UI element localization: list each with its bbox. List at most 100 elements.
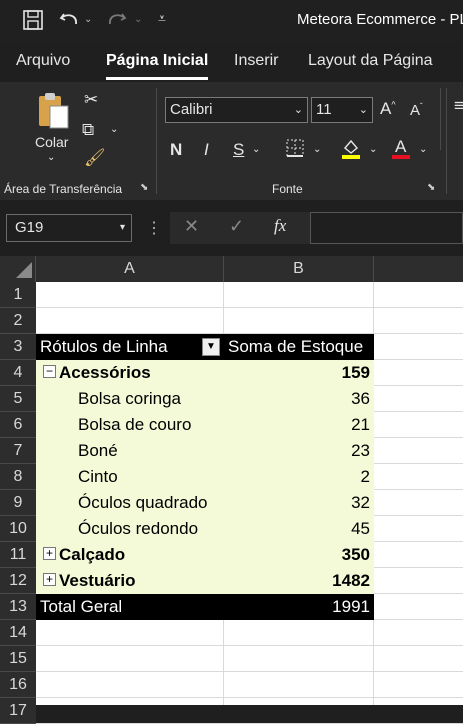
customize-toolbar-icon[interactable]: ⩡: [158, 10, 166, 27]
paste-dropdown-icon[interactable]: ⌄: [47, 152, 55, 163]
row-header[interactable]: 8: [0, 464, 36, 490]
underline-icon[interactable]: S: [233, 140, 244, 160]
row-header[interactable]: 11: [0, 542, 36, 568]
insert-function-icon[interactable]: fx: [274, 216, 286, 236]
tab-layout-da-pagina[interactable]: Layout da Página: [308, 52, 433, 70]
font-size-select[interactable]: 11 ⌄: [311, 97, 373, 123]
align-icon[interactable]: ≡: [454, 96, 463, 116]
italic-icon[interactable]: I: [204, 140, 209, 160]
gridline: [36, 645, 463, 646]
column-header-b[interactable]: B: [224, 256, 374, 282]
collapse-icon[interactable]: −: [43, 365, 56, 378]
title-bar: ⌄ ⌄ ⩡ Meteora Ecommerce - PL: [0, 0, 463, 42]
clipboard-launcher-icon[interactable]: ⬊: [140, 182, 148, 193]
pivot-total-label: Total Geral: [40, 597, 123, 616]
font-launcher-icon[interactable]: ⬊: [427, 182, 435, 193]
window-title: Meteora Ecommerce - PL: [297, 11, 463, 28]
gridline: [36, 697, 463, 698]
row-header[interactable]: 6: [0, 412, 36, 438]
row-header[interactable]: 13: [0, 594, 36, 620]
font-size-value: 11: [316, 101, 332, 118]
redo-dropdown-icon[interactable]: ⌄: [134, 14, 142, 25]
redo-icon[interactable]: [106, 9, 128, 36]
formula-input[interactable]: [310, 212, 463, 244]
clipboard-group-label: Área de Transferência: [4, 182, 123, 196]
chevron-down-icon: ▾: [119, 222, 125, 233]
active-tab-indicator: [106, 77, 208, 80]
font-color-icon[interactable]: A: [390, 136, 412, 165]
more-options-icon[interactable]: ⋮: [146, 218, 162, 238]
group-divider: [446, 88, 447, 194]
pivot-item-label: Óculos quadrado: [78, 493, 208, 512]
row-header[interactable]: 3: [0, 334, 36, 360]
cut-icon[interactable]: ✂: [84, 90, 98, 110]
paste-icon[interactable]: [36, 90, 70, 135]
pivot-row-labels-header: Rótulos de Linha: [40, 337, 168, 356]
pivot-item-value: 36: [351, 389, 370, 408]
enter-icon[interactable]: ✓: [229, 216, 244, 237]
column-header-a[interactable]: A: [36, 256, 224, 282]
ribbon: Colar ⌄ ✂ ⧉ ⌄ 🖌 Área de Transferência ⬊ …: [0, 82, 463, 200]
font-color-dropdown-icon[interactable]: ⌄: [419, 144, 427, 155]
undo-dropdown-icon[interactable]: ⌄: [84, 14, 92, 25]
row-header[interactable]: 2: [0, 308, 36, 334]
filter-dropdown-icon[interactable]: ▼: [202, 338, 220, 356]
row-header[interactable]: 1: [0, 282, 36, 308]
pivot-item-label: Cinto: [78, 467, 118, 486]
undo-icon[interactable]: [58, 9, 80, 36]
row-header[interactable]: 14: [0, 620, 36, 646]
chevron-down-icon: ⌄: [358, 104, 368, 116]
group-divider: [156, 88, 157, 194]
column-header-c[interactable]: [374, 256, 463, 282]
chevron-down-icon: ⌄: [293, 104, 303, 116]
pivot-total-value: 1991: [332, 597, 370, 616]
name-box-value: G19: [15, 219, 44, 236]
font-name-value: Calibri: [170, 101, 213, 118]
pivot-item-label: Boné: [78, 441, 118, 460]
row-header[interactable]: 17: [0, 698, 36, 724]
svg-text:A: A: [395, 137, 407, 156]
save-icon[interactable]: [22, 9, 44, 36]
fill-color-icon[interactable]: [340, 136, 362, 165]
gridline: [36, 671, 463, 672]
pivot-item-value: 21: [351, 415, 370, 434]
font-name-select[interactable]: Calibri ⌄: [165, 97, 308, 123]
expand-icon[interactable]: +: [43, 547, 56, 560]
tab-pagina-inicial[interactable]: Página Inicial: [106, 52, 208, 70]
select-all-button[interactable]: [0, 256, 36, 282]
tab-arquivo[interactable]: Arquivo: [16, 52, 70, 70]
formula-bar: G19 ▾ ⋮ ✕ ✓ fx: [0, 200, 463, 256]
row-header[interactable]: 7: [0, 438, 36, 464]
pivot-item-value: 32: [351, 493, 370, 512]
copy-icon[interactable]: ⧉: [82, 120, 94, 140]
row-header[interactable]: 10: [0, 516, 36, 542]
row-header[interactable]: 9: [0, 490, 36, 516]
row-header[interactable]: 5: [0, 386, 36, 412]
borders-dropdown-icon[interactable]: ⌄: [313, 144, 321, 155]
expand-icon[interactable]: +: [43, 573, 56, 586]
borders-icon[interactable]: [285, 138, 305, 163]
pivot-group-label: Acessórios: [59, 363, 151, 382]
pivot-value-header: Soma de Estoque: [228, 337, 364, 356]
copy-dropdown-icon[interactable]: ⌄: [110, 124, 118, 135]
pivot-group-value: 350: [341, 545, 370, 564]
row-header[interactable]: 16: [0, 672, 36, 698]
fill-color-dropdown-icon[interactable]: ⌄: [369, 144, 377, 155]
format-painter-icon[interactable]: 🖌: [84, 148, 106, 168]
name-box[interactable]: G19 ▾: [6, 214, 132, 242]
row-header[interactable]: 12: [0, 568, 36, 594]
pivot-item-label: Óculos redondo: [78, 519, 199, 538]
pivot-item-label: Bolsa de couro: [78, 415, 192, 434]
pivot-group-value: 159: [341, 363, 370, 382]
cancel-icon[interactable]: ✕: [184, 216, 199, 237]
row-header[interactable]: 4: [0, 360, 36, 386]
paste-label[interactable]: Colar: [35, 134, 68, 150]
increase-font-size-icon[interactable]: A^: [380, 99, 396, 119]
pivot-item-label: Bolsa coringa: [78, 389, 182, 408]
gridline: [36, 307, 463, 308]
underline-dropdown-icon[interactable]: ⌄: [252, 144, 260, 155]
tab-inserir[interactable]: Inserir: [234, 52, 278, 70]
row-header[interactable]: 15: [0, 646, 36, 672]
bold-icon[interactable]: N: [170, 140, 182, 160]
decrease-font-size-icon[interactable]: Aˇ: [410, 102, 423, 119]
